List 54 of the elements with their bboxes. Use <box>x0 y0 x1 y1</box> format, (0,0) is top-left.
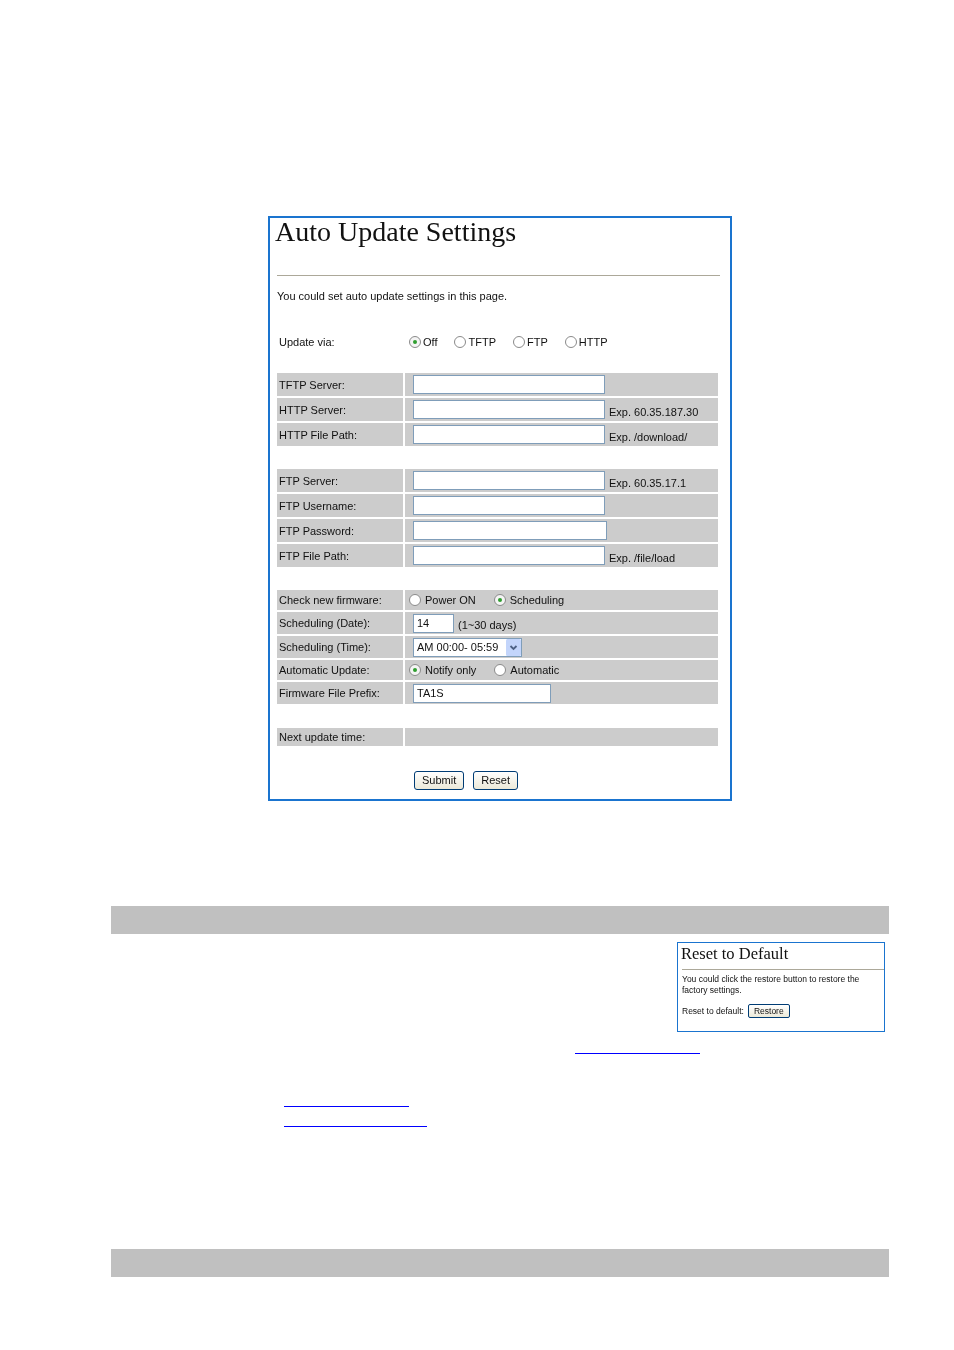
field-label: Reset to default: <box>682 1006 744 1016</box>
radio-option[interactable]: Off <box>409 335 438 349</box>
radio-icon[interactable] <box>493 594 506 606</box>
text-field[interactable] <box>413 471 605 490</box>
field-label: TFTP Server: <box>277 373 403 396</box>
description-text: You could set auto update settings in this page. <box>277 289 509 303</box>
number-field[interactable]: 14 <box>413 613 454 633</box>
field-label: Check new firmware: <box>277 590 403 610</box>
hint-text: Exp. /download/ <box>609 429 688 444</box>
radio-icon[interactable] <box>564 336 577 348</box>
radio-option[interactable]: Power ON <box>409 593 476 607</box>
hint-text: Exp. 60.35.187.30 <box>609 404 699 419</box>
hint-text: (1~30 days) <box>458 618 517 632</box>
text-field[interactable] <box>413 375 605 394</box>
radio-icon[interactable] <box>409 336 421 348</box>
restore-button[interactable]: Restore <box>747 1004 790 1018</box>
field-label: Next update time: <box>277 728 403 746</box>
radio-option[interactable]: HTTP <box>564 335 608 349</box>
radio-icon[interactable] <box>454 336 467 348</box>
field-label: Scheduling (Date): <box>277 612 403 634</box>
field-label: Scheduling (Time): <box>277 636 403 658</box>
field-label: FTP Username: <box>277 494 403 517</box>
radio-option[interactable]: TFTP <box>454 335 496 349</box>
time-select[interactable]: AM 00:00- 05:59 <box>413 637 522 657</box>
radio-icon[interactable] <box>409 594 421 606</box>
radio-icon[interactable] <box>513 336 525 348</box>
text-field[interactable] <box>413 400 605 419</box>
field-label: Automatic Update: <box>277 660 403 680</box>
hint-text: Exp. /file/load <box>609 550 676 565</box>
radio-option[interactable]: Scheduling <box>493 593 565 607</box>
form-button[interactable]: Submit <box>414 771 465 790</box>
text-field[interactable] <box>413 425 605 444</box>
radio-option[interactable]: FTP <box>513 335 548 349</box>
field-label: HTTP Server: <box>277 398 403 421</box>
text-field[interactable] <box>413 496 605 515</box>
text-field[interactable]: TA1S <box>413 683 551 703</box>
text-field[interactable] <box>413 546 605 565</box>
panel-title: Auto Update Settings <box>275 218 518 246</box>
field-label: Update via: <box>278 336 336 348</box>
field-label: FTP Server: <box>277 469 403 492</box>
form-button[interactable]: Reset <box>473 771 518 790</box>
radio-icon[interactable] <box>494 664 507 676</box>
radio-option[interactable]: Notify only <box>409 663 477 677</box>
hint-text: Exp. 60.35.17.1 <box>609 475 687 490</box>
password-field[interactable] <box>413 521 607 540</box>
field-label: Firmware File Prefix: <box>277 682 403 704</box>
description-text: You could click the restore button to restore the factory settings. <box>681 974 861 995</box>
caret-icon <box>506 638 521 656</box>
field-label: FTP Password: <box>277 519 403 542</box>
radio-option[interactable]: Automatic <box>494 663 560 677</box>
field-label: FTP File Path: <box>277 544 403 567</box>
panel-title: Reset to Default <box>681 945 790 962</box>
field-label: HTTP File Path: <box>277 423 403 446</box>
radio-icon[interactable] <box>409 664 421 676</box>
